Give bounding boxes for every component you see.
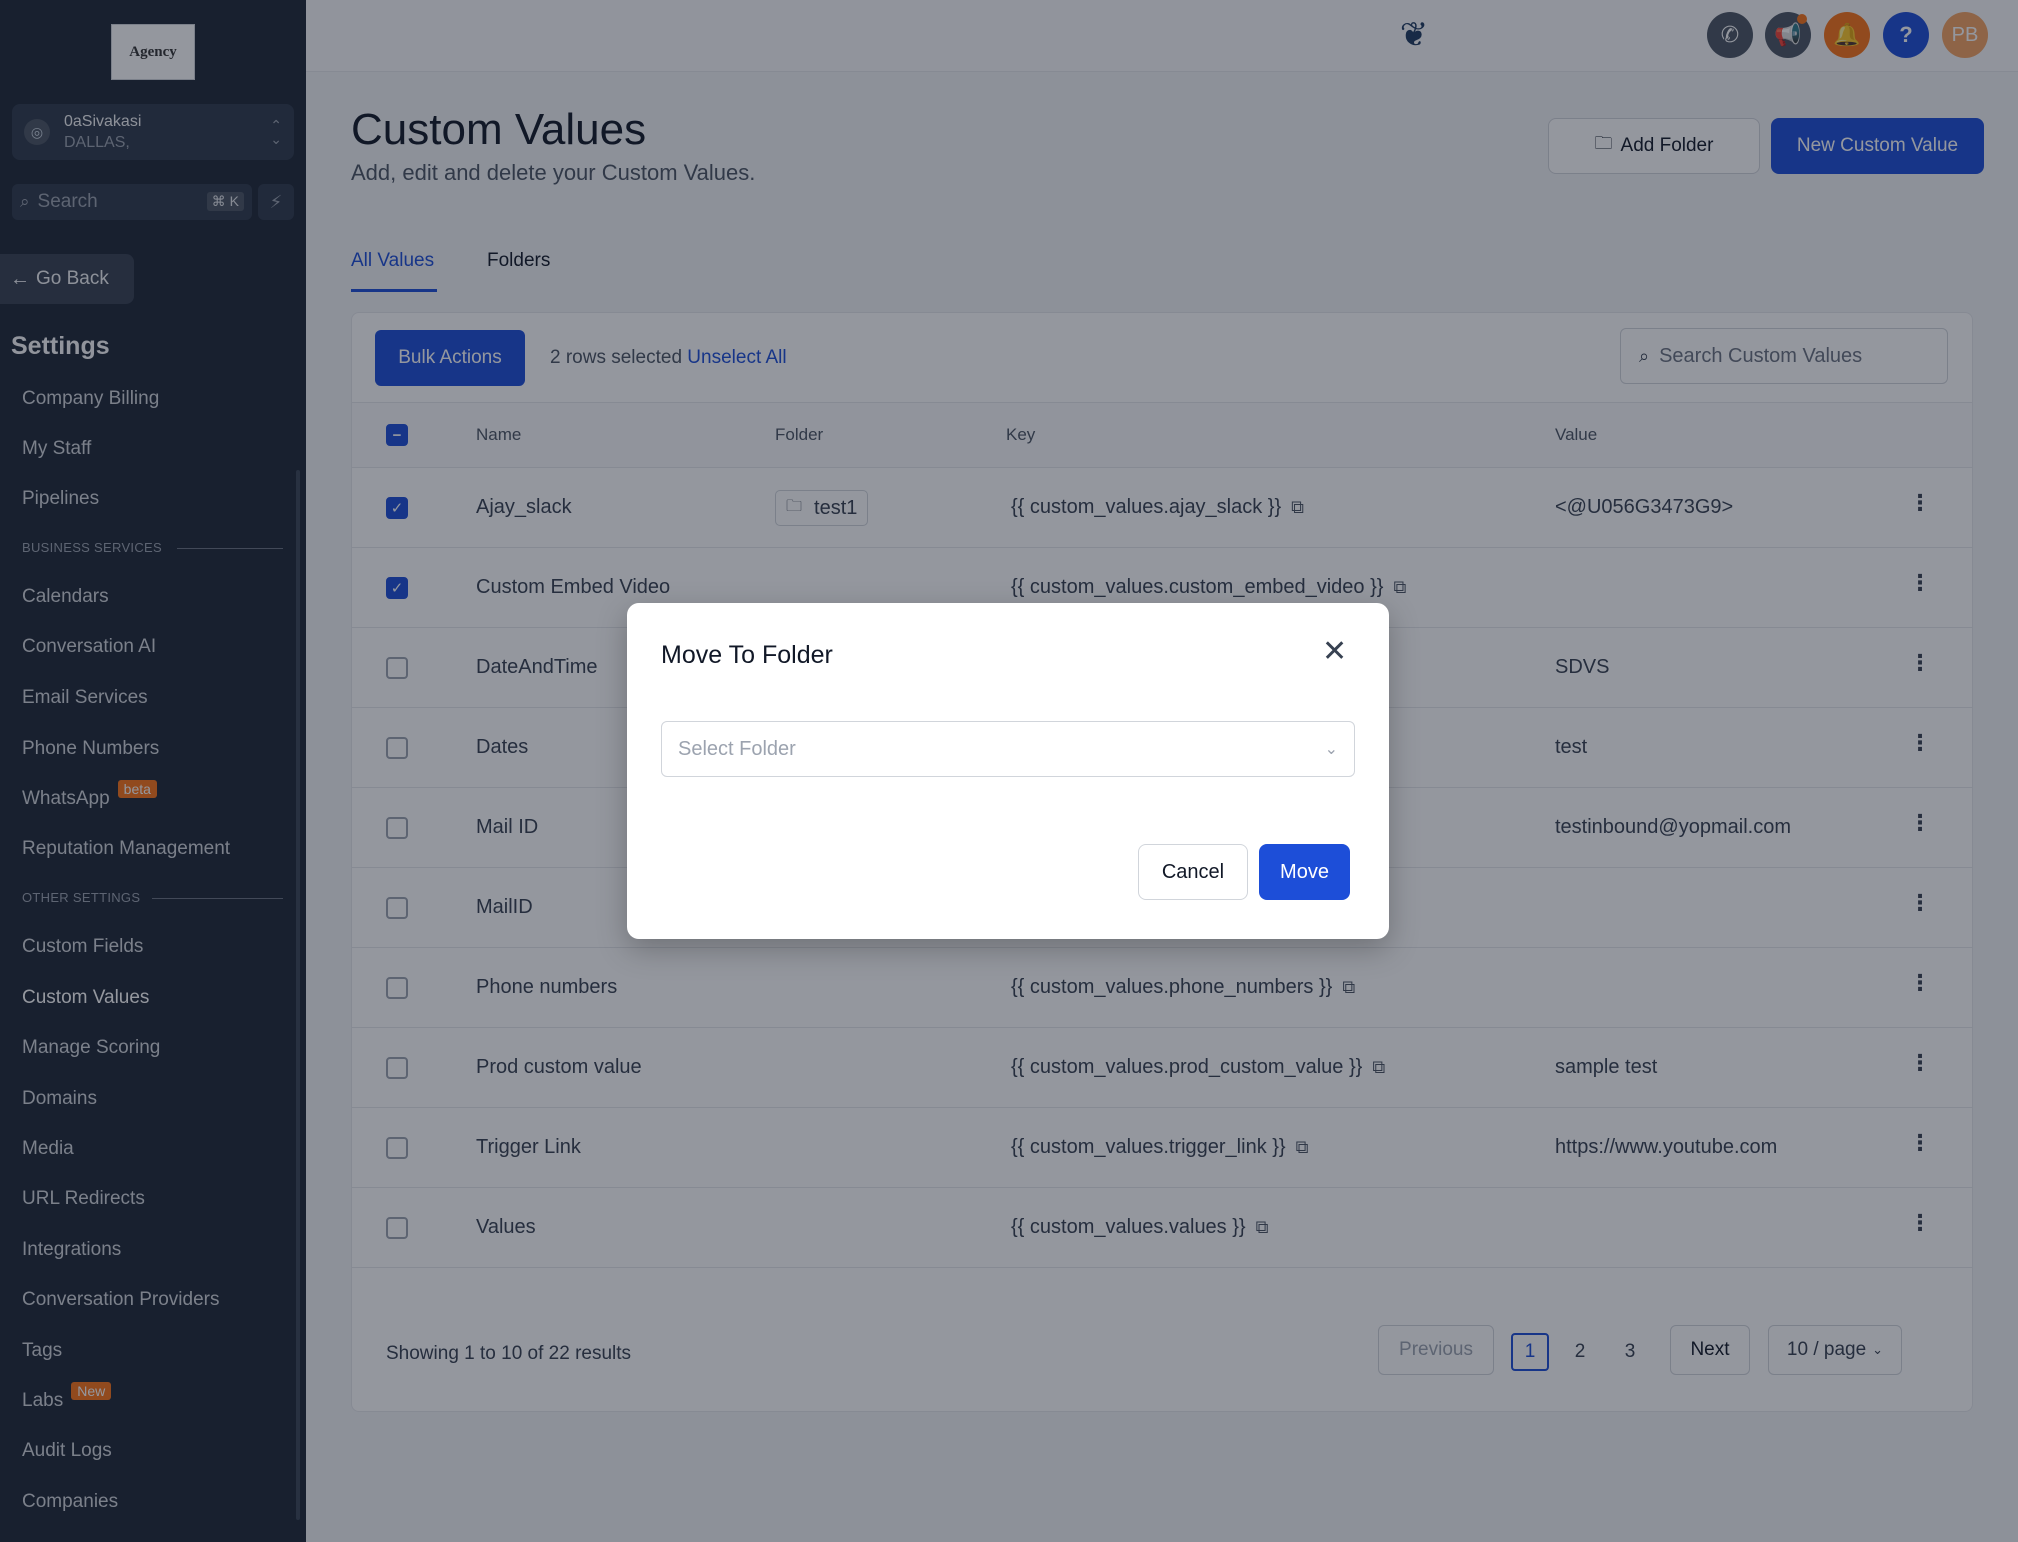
move-to-folder-modal: Move To Folder ✕ Select Folder ⌄ Cancel … xyxy=(627,603,1389,939)
chevron-down-icon: ⌄ xyxy=(1324,741,1338,758)
folder-select-placeholder: Select Folder xyxy=(678,737,796,760)
close-icon[interactable]: ✕ xyxy=(1322,637,1347,667)
folder-select[interactable]: Select Folder ⌄ xyxy=(661,721,1355,777)
move-button[interactable]: Move xyxy=(1259,844,1350,900)
modal-title: Move To Folder xyxy=(661,641,833,669)
cancel-button[interactable]: Cancel xyxy=(1138,844,1248,900)
